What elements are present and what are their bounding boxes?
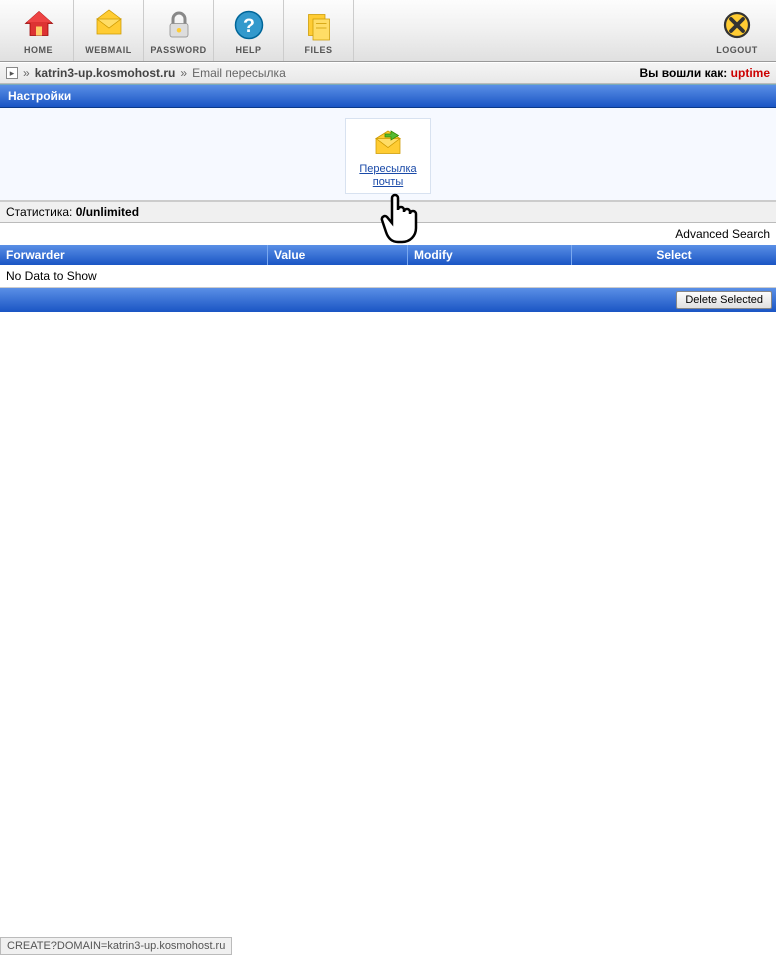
top-toolbar: HOME WEBMAIL PASSWORD ? HELP FILES <box>0 0 776 62</box>
login-label: Вы вошли как: <box>639 66 727 80</box>
toolbar-spacer <box>354 0 702 61</box>
advanced-search-row: Advanced Search <box>0 223 776 245</box>
logout-button[interactable]: LOGOUT <box>702 0 772 61</box>
no-data-row: No Data to Show <box>0 265 776 288</box>
files-icon <box>301 7 337 43</box>
login-info: Вы вошли как: uptime <box>639 66 770 80</box>
password-button[interactable]: PASSWORD <box>144 0 214 61</box>
files-button[interactable]: FILES <box>284 0 354 61</box>
stats-value: 0/unlimited <box>76 205 139 219</box>
forward-mail-icon <box>370 125 406 161</box>
col-modify[interactable]: Modify <box>408 245 572 265</box>
logout-icon <box>719 7 755 43</box>
logout-label: LOGOUT <box>716 45 758 55</box>
login-user[interactable]: uptime <box>731 66 770 80</box>
collapse-icon[interactable]: ▸ <box>6 67 18 79</box>
breadcrumb-sep-1: » <box>23 66 30 80</box>
envelope-icon <box>91 7 127 43</box>
col-select[interactable]: Select <box>572 245 776 265</box>
breadcrumb: ▸ » katrin3-up.kosmohost.ru » Email пере… <box>0 62 776 84</box>
col-forwarder[interactable]: Forwarder <box>0 245 268 265</box>
files-label: FILES <box>304 45 332 55</box>
footer-bar: Delete Selected <box>0 288 776 312</box>
breadcrumb-page: Email пересылка <box>192 66 286 80</box>
home-label: HOME <box>24 45 53 55</box>
svg-text:?: ? <box>243 14 255 36</box>
breadcrumb-domain[interactable]: katrin3-up.kosmohost.ru <box>35 66 176 80</box>
forward-mail-button[interactable]: Пересылка почты <box>345 118 431 194</box>
col-value[interactable]: Value <box>268 245 408 265</box>
stats-row: Статистика: 0/unlimited <box>0 201 776 223</box>
home-icon <box>21 7 57 43</box>
settings-header: Настройки <box>0 84 776 108</box>
delete-selected-button[interactable]: Delete Selected <box>676 291 772 309</box>
forward-mail-label: Пересылка почты <box>348 163 428 189</box>
advanced-search-link[interactable]: Advanced Search <box>675 227 770 241</box>
lock-icon <box>161 7 197 43</box>
help-button[interactable]: ? HELP <box>214 0 284 61</box>
home-button[interactable]: HOME <box>4 0 74 61</box>
help-label: HELP <box>235 45 261 55</box>
settings-body: Пересылка почты <box>0 108 776 201</box>
status-bar: CREATE?DOMAIN=katrin3-up.kosmohost.ru <box>0 937 232 955</box>
password-label: PASSWORD <box>150 45 206 55</box>
stats-label: Статистика: <box>6 205 72 219</box>
help-icon: ? <box>231 7 267 43</box>
breadcrumb-sep-2: » <box>180 66 187 80</box>
webmail-label: WEBMAIL <box>85 45 132 55</box>
table-header: Forwarder Value Modify Select <box>0 245 776 265</box>
webmail-button[interactable]: WEBMAIL <box>74 0 144 61</box>
